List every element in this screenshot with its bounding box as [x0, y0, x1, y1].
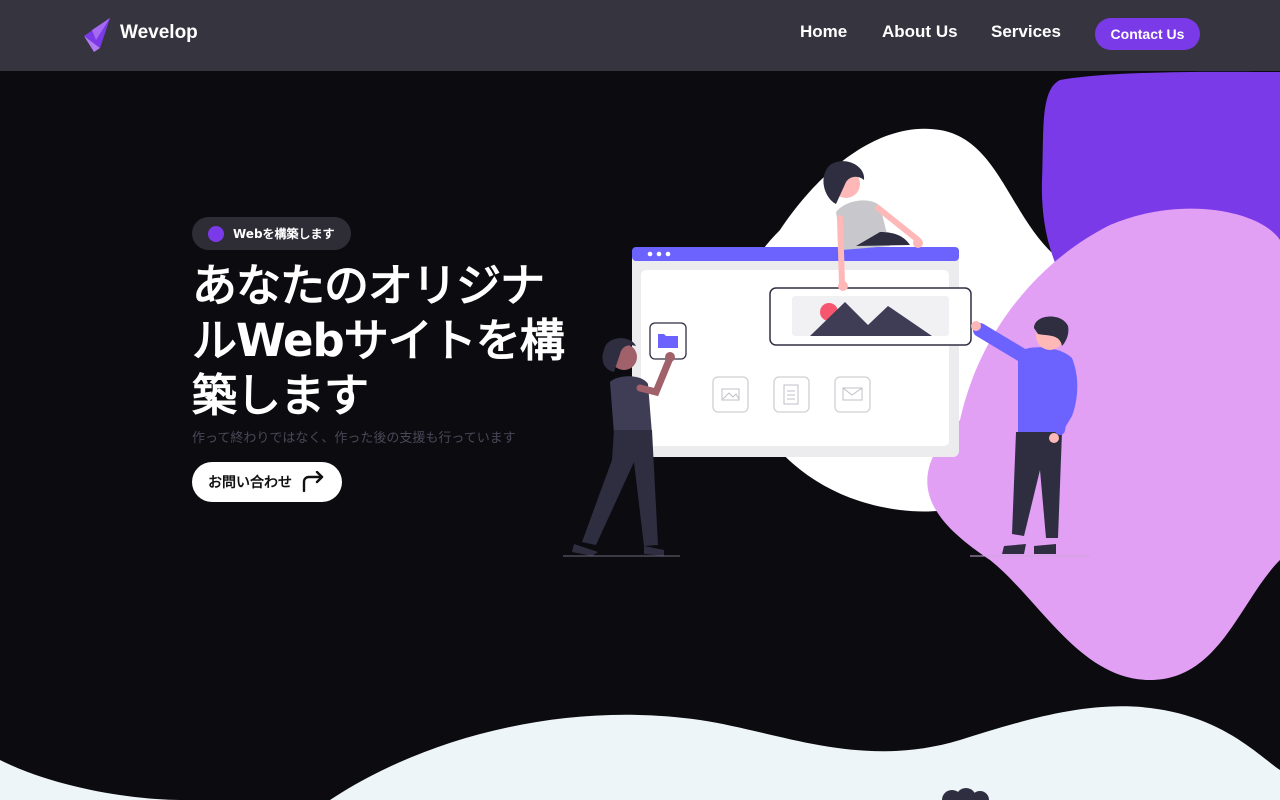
contact-us-button[interactable]: Contact Us — [1095, 18, 1200, 50]
arrow-turn-right-icon — [302, 471, 324, 493]
hero-subtitle: 作って終わりではなく、作った後の支援も行っています — [192, 431, 516, 446]
badge-dot-icon — [208, 225, 224, 242]
hero-badge: Webを構築します — [192, 217, 351, 250]
bottom-wave — [0, 760, 180, 800]
nav-about-us-link[interactable]: About Us — [882, 22, 958, 42]
nav-home-link[interactable]: Home — [800, 22, 847, 42]
contact-cta-button[interactable]: お問い合わせ — [192, 462, 342, 502]
hero-title: あなたのオリジナルWebサイトを構築します — [192, 259, 565, 422]
cta-label: お問い合わせ — [208, 475, 292, 491]
paper-plane-logo-icon[interactable] — [82, 18, 112, 52]
nav-services-link[interactable]: Services — [991, 22, 1061, 42]
brand-name[interactable]: Wevelop — [120, 22, 198, 44]
top-navbar: Wevelop Home About Us Services Contact U… — [0, 0, 1280, 71]
badge-text: Webを構築します — [233, 227, 335, 241]
